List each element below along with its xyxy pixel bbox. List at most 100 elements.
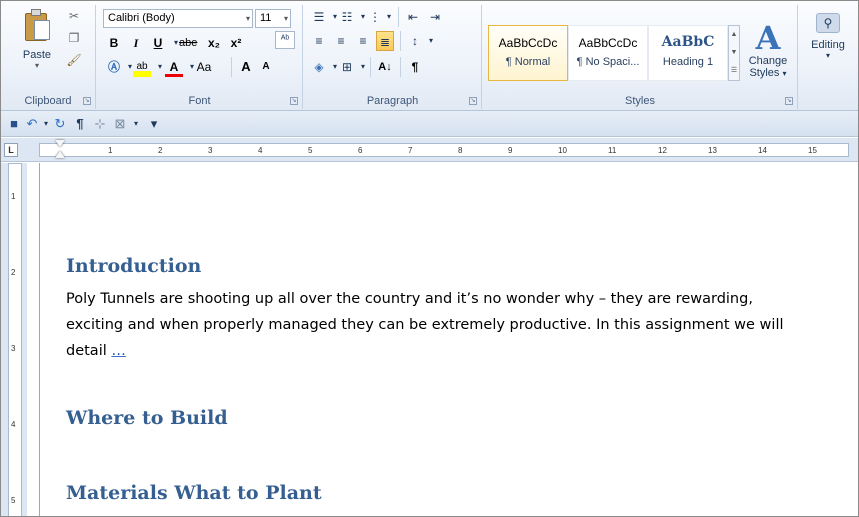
show-formatting-button[interactable]: ¶ [406,57,424,77]
change-styles-icon: A [755,19,781,57]
chevron-down-icon[interactable]: ▾ [422,31,440,51]
grow-font-button[interactable]: A [237,57,255,77]
change-styles-label-2: Styles [749,67,780,79]
font-group: Calibri (Body) ▾ 11 ▾ B I U ▾ abe x₂ x² … [97,5,303,109]
dialog-launcher-icon[interactable]: ↘ [83,97,91,105]
first-line-indent-marker[interactable] [55,140,65,147]
chevron-up-icon[interactable]: ▲ [729,26,739,44]
intro-line-1: Poly Tunnels are shooting up all over th… [66,291,753,307]
font-color-icon[interactable]: A [165,57,183,77]
font-size-value: 11 [260,12,272,24]
style-heading-1[interactable]: AaBbC Heading 1 [648,25,728,81]
tab-selector[interactable]: L [4,143,18,157]
heading-materials-what-to-plant[interactable]: Materials What to Plant [66,482,322,504]
superscript-button[interactable]: x² [227,33,245,53]
change-styles-label-1: Change [748,55,788,67]
clear-formatting-icon[interactable]: ᴬᵇ [275,31,295,49]
chevron-down-icon[interactable]: ▾ [127,114,145,134]
document-page[interactable]: Introduction Poly Tunnels are shooting u… [39,163,858,516]
highlight-icon[interactable]: ab [133,57,151,77]
change-case-button[interactable]: Aa [195,57,213,77]
chevron-down-icon: ▾ [825,51,830,60]
align-center-icon[interactable]: ≡ [332,31,350,51]
style-no-spacing[interactable]: AaBbCcDc ¶ No Spaci... [568,25,648,81]
increase-indent-icon[interactable]: ⇥ [426,7,444,27]
ruler-number: 12 [658,146,667,155]
clipboard-icon [22,9,52,41]
ribbon: Paste ▾ ✂ ❐ 🖌 Clipboard ↘ Calibri (Body)… [1,1,858,111]
copy-icon[interactable]: ❐ [65,31,83,49]
justify-icon[interactable]: ≣ [376,31,394,51]
vruler-number: 5 [11,496,16,505]
paste-button[interactable]: Paste ▾ [17,9,57,79]
binoculars-icon: ⚲ [816,13,840,33]
font-group-label: Font [188,95,211,107]
ruler-number: 10 [558,146,567,155]
horizontal-ruler: L 1 2 3 4 5 6 7 8 9 10 11 12 13 14 15 [1,138,858,162]
chevron-down-icon[interactable]: ▾ [17,61,57,70]
ruler-number: 7 [408,146,413,155]
styles-group-label: Styles [625,95,655,107]
hanging-indent-marker[interactable] [55,151,65,158]
chevron-down-icon[interactable]: ▼ [729,44,739,62]
document-area: Introduction Poly Tunnels are shooting u… [27,163,858,516]
dialog-launcher-icon[interactable]: ↘ [785,97,793,105]
customize-toolbar-icon[interactable]: ▾ [145,114,163,134]
subscript-button[interactable]: x₂ [205,33,223,53]
vertical-ruler-strip[interactable]: 1 2 3 4 5 [8,163,22,516]
style-name: Heading 1 [662,56,714,68]
gallery-scrollbar[interactable]: ▲ ▼ ☰ [728,25,740,81]
style-sample: AaBbC [661,34,715,50]
quick-access-toolbar: ■ ↶ ▾ ↻ ¶ ⊹ ⊠ ▾ ▾ [1,111,858,137]
style-normal[interactable]: AaBbCcDc ¶ Normal [488,25,568,81]
strikethrough-button[interactable]: abe [179,33,197,53]
brush-icon[interactable]: 🖌 [65,53,83,71]
ruler-strip[interactable]: 1 2 3 4 5 6 7 8 9 10 11 12 13 14 15 [39,143,849,157]
heading-introduction[interactable]: Introduction [66,255,201,277]
ruler-number: 14 [758,146,767,155]
word-window: Paste ▾ ✂ ❐ 🖌 Clipboard ↘ Calibri (Body)… [0,0,859,517]
dialog-launcher-icon[interactable]: ↘ [469,97,477,105]
redo-icon[interactable]: ↻ [51,114,69,134]
align-left-icon[interactable]: ≡ [310,31,328,51]
insert-table-icon[interactable]: ⊹ [91,114,109,134]
clipboard-group: Paste ▾ ✂ ❐ 🖌 Clipboard ↘ [1,5,96,109]
shrink-font-button[interactable]: A [257,57,275,77]
align-right-icon[interactable]: ≡ [354,31,372,51]
ruler-number: 6 [358,146,363,155]
intro-line-3: detail … [66,338,845,364]
font-name-select[interactable]: Calibri (Body) ▾ [103,9,253,28]
paragraph-group: ☰ ▾ ☷ ▾ ⋮ ▾ ⇤ ⇥ ≡ ≡ ≡ ≣ ↕ ▾ ◈ ▾ ⊞ ▾ A↓ ¶… [304,5,482,109]
decrease-indent-icon[interactable]: ⇤ [404,7,422,27]
paragraph-group-label: Paragraph [366,95,419,107]
ruler-number: 8 [458,146,463,155]
style-sample: AaBbCcDc [498,36,558,50]
save-icon[interactable]: ■ [5,114,23,134]
bold-button[interactable]: B [105,33,123,53]
vruler-number: 3 [11,344,16,353]
paste-label: Paste [22,49,52,61]
pilcrow-icon[interactable]: ¶ [71,114,89,134]
font-size-select[interactable]: 11 ▾ [255,9,291,28]
underline-button[interactable]: U [149,33,167,53]
vertical-ruler: 1 2 3 4 5 [1,163,27,516]
ruler-number: 3 [208,146,213,155]
chevron-down-icon: ▾ [283,14,288,23]
intro-paragraph[interactable]: Poly Tunnels are shooting up all over th… [66,286,845,364]
dialog-launcher-icon[interactable]: ↘ [290,97,298,105]
chevron-down-icon: ▾ [245,14,250,23]
more-styles-icon[interactable]: ☰ [729,62,739,80]
scissors-icon[interactable]: ✂ [65,9,83,27]
style-sample: AaBbCcDc [578,36,638,50]
change-styles-button[interactable]: A Change Styles ▾ [745,21,791,79]
heading-where-to-build[interactable]: Where to Build [66,407,228,429]
font-name-value: Calibri (Body) [108,12,175,24]
italic-button[interactable]: I [127,33,145,53]
chevron-down-icon[interactable]: ▾ [380,7,398,27]
ellipsis-text: … [111,343,126,359]
sort-icon[interactable]: A↓ [376,57,394,77]
editing-button[interactable]: ⚲ Editing ▾ [803,13,853,60]
ruler-number: 11 [608,146,617,155]
ruler-number: 2 [158,146,163,155]
ruler-number: 5 [308,146,313,155]
